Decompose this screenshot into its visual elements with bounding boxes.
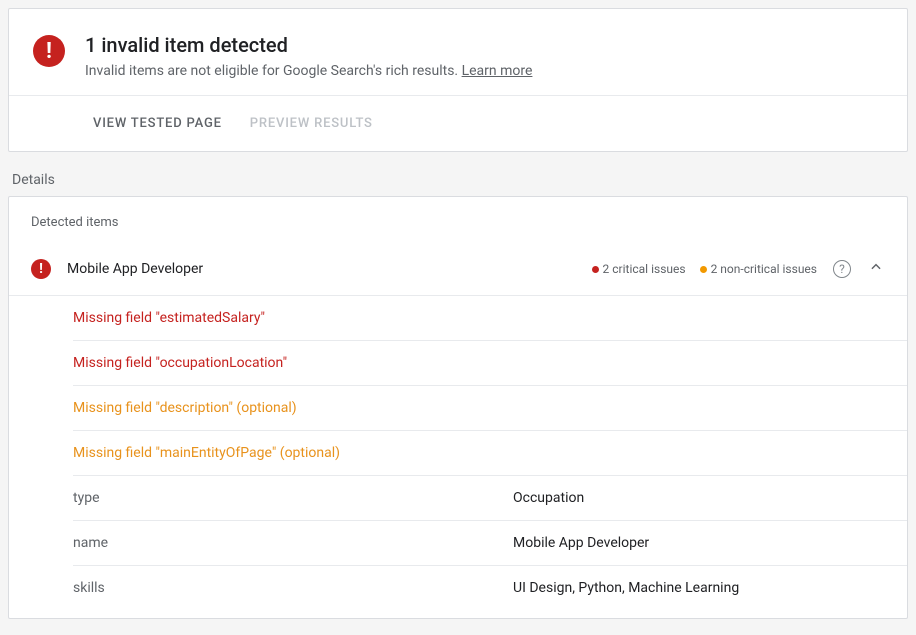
alert-subtitle: Invalid items are not eligible for Googl… <box>85 63 532 79</box>
alert-header: ! 1 invalid item detected Invalid items … <box>9 9 907 95</box>
property-key: type <box>73 490 513 506</box>
alert-title: 1 invalid item detected <box>85 33 532 57</box>
error-icon: ! <box>31 259 51 279</box>
detected-items-label: Detected items <box>9 215 907 248</box>
tab-preview-results: PREVIEW RESULTS <box>250 96 373 151</box>
property-key: skills <box>73 580 513 596</box>
alert-card: ! 1 invalid item detected Invalid items … <box>8 8 908 152</box>
property-value: UI Design, Python, Machine Learning <box>513 580 739 596</box>
property-row: skillsUI Design, Python, Machine Learnin… <box>73 566 907 610</box>
tab-view-tested-page[interactable]: VIEW TESTED PAGE <box>93 96 222 151</box>
issue-list: Missing field "estimatedSalary"Missing f… <box>9 296 907 618</box>
property-row: typeOccupation <box>73 476 907 521</box>
issue-row[interactable]: Missing field "estimatedSalary" <box>73 296 907 341</box>
alert-text-block: 1 invalid item detected Invalid items ar… <box>85 33 532 79</box>
learn-more-link[interactable]: Learn more <box>462 63 533 79</box>
property-row: nameMobile App Developer <box>73 521 907 566</box>
noncritical-count-text: 2 non-critical issues <box>711 262 817 276</box>
red-dot-icon <box>592 266 599 273</box>
noncritical-issues-badge: 2 non-critical issues <box>700 262 817 276</box>
property-value: Occupation <box>513 490 584 506</box>
details-card: Detected items ! Mobile App Developer 2 … <box>8 196 908 619</box>
chevron-up-icon[interactable] <box>867 258 885 279</box>
detected-item-name: Mobile App Developer <box>67 261 576 277</box>
issue-row[interactable]: Missing field "occupationLocation" <box>73 341 907 386</box>
help-icon[interactable]: ? <box>833 260 851 278</box>
issue-badges: 2 critical issues 2 non-critical issues <box>592 262 817 276</box>
critical-count-text: 2 critical issues <box>603 262 686 276</box>
tab-row: VIEW TESTED PAGE PREVIEW RESULTS <box>9 95 907 151</box>
details-section-label: Details <box>0 160 916 196</box>
issue-row[interactable]: Missing field "description" (optional) <box>73 386 907 431</box>
error-icon: ! <box>33 35 65 67</box>
property-value: Mobile App Developer <box>513 535 649 551</box>
alert-subtitle-text: Invalid items are not eligible for Googl… <box>85 63 462 79</box>
critical-issues-badge: 2 critical issues <box>592 262 686 276</box>
issue-row[interactable]: Missing field "mainEntityOfPage" (option… <box>73 431 907 476</box>
detected-item-header[interactable]: ! Mobile App Developer 2 critical issues… <box>9 248 907 296</box>
orange-dot-icon <box>700 266 707 273</box>
property-key: name <box>73 535 513 551</box>
